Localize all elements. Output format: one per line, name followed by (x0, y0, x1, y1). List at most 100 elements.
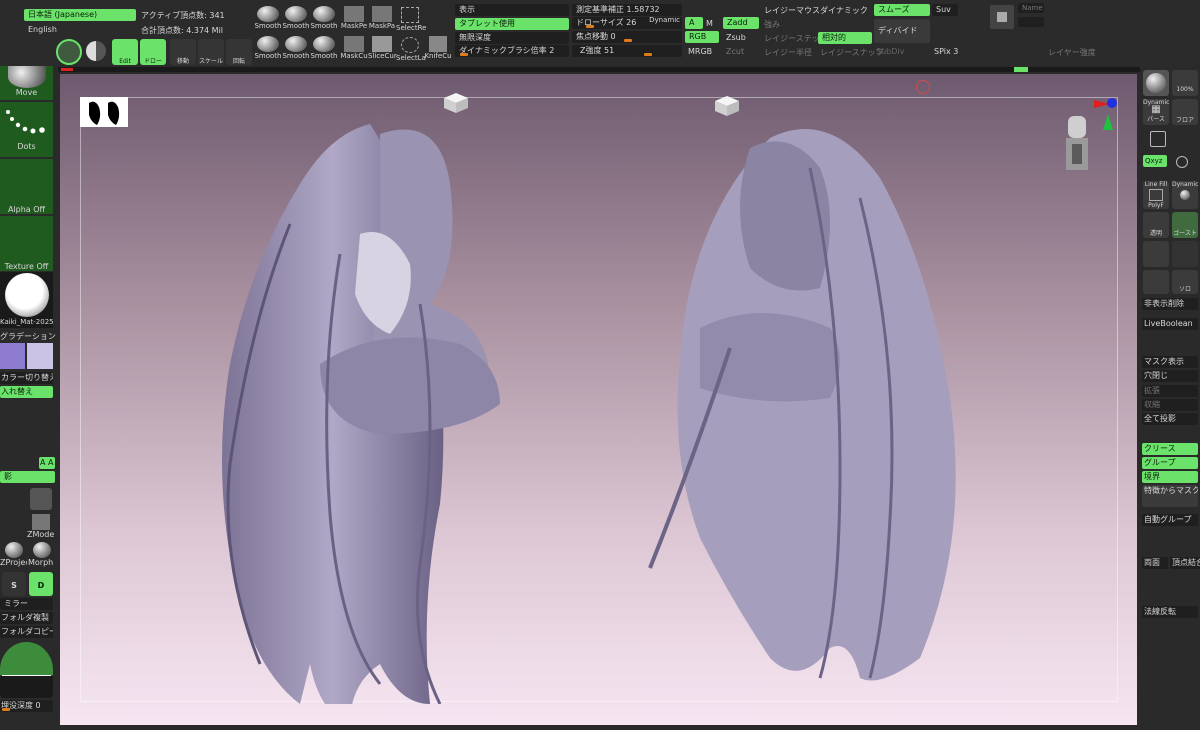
zadd-toggle[interactable]: Zadd (723, 17, 759, 29)
shadow-button[interactable]: 影 (0, 471, 55, 483)
lazy-radius-slider[interactable]: レイジー半径 (764, 47, 812, 58)
brush-smooth-6[interactable]: Smooth (310, 36, 338, 60)
m-toggle[interactable]: M (706, 19, 713, 28)
flip-normals-button[interactable]: 法線反転 (1142, 606, 1198, 618)
material-preview-icon[interactable] (990, 5, 1014, 29)
zmodeler-button[interactable]: ZModel (27, 514, 55, 539)
points-merge-button[interactable]: 頂点結合 (1170, 557, 1200, 569)
hair-model-back-view[interactable] (600, 108, 1000, 708)
zcut-toggle[interactable]: Zcut (726, 47, 744, 56)
draw-size-slider[interactable]: ドローサイズ 26 Dynamic (572, 17, 682, 29)
symmetry-toggle-icon[interactable] (56, 39, 82, 65)
project-all-button[interactable]: 全て投影 (1142, 413, 1198, 425)
texture-preview[interactable]: Texture Off (0, 216, 53, 271)
solo-dynamic-button[interactable]: Dynamic (1172, 181, 1198, 209)
folder-copy-button[interactable]: フォルダコピー (0, 626, 53, 638)
slider-handle[interactable] (586, 25, 594, 28)
zoom-100-button[interactable]: 100% (1172, 70, 1198, 96)
close-holes-button[interactable]: 穴閉じ (1142, 370, 1198, 382)
dynamic-brush-slider[interactable]: ダイナミックブラシ倍率 2 (455, 45, 569, 57)
smooth-toggle[interactable]: スムーズ (874, 4, 930, 16)
auto-group-button[interactable]: 自動グループ (1142, 514, 1198, 526)
material-ball-button[interactable] (1143, 70, 1169, 96)
alpha-preview[interactable]: Alpha Off (0, 159, 53, 214)
brush-selectre[interactable]: SelectRe (396, 4, 426, 32)
folder-dup-button[interactable]: フォルダ複製 (0, 612, 53, 624)
shrink-button[interactable]: 収縮 (1142, 399, 1198, 411)
lazy-mouse-button[interactable]: レイジーマウス (764, 5, 820, 16)
dynamesh-icon[interactable] (30, 488, 52, 510)
move-tool-button[interactable]: 移動 (170, 39, 196, 65)
brush-maskcu[interactable]: MaskCu (340, 36, 368, 60)
floor-button[interactable]: フロア (1172, 99, 1198, 125)
aa-toggle[interactable]: A A (39, 457, 55, 469)
main-color-swatch[interactable] (0, 343, 25, 369)
brush-preview[interactable]: Move (0, 66, 53, 100)
scale-tool-button[interactable]: スケール (198, 39, 224, 65)
spix-slider[interactable]: SPix 3 (934, 47, 958, 56)
brush-selectla[interactable]: SelectLa (396, 36, 426, 62)
slider-handle[interactable] (2, 708, 10, 711)
embed-depth-slider[interactable]: 埋没深度 0 (0, 700, 53, 712)
group-toggle[interactable]: グループ (1142, 457, 1198, 469)
disabled-button[interactable] (1172, 241, 1198, 267)
strength-slider[interactable]: 強み (764, 19, 780, 30)
name-sub-field[interactable] (1018, 17, 1044, 27)
mirror-button[interactable]: ミラー (0, 598, 53, 610)
relative-toggle[interactable]: 相対的 (818, 32, 872, 44)
stroke-preview[interactable]: Dots (0, 102, 53, 157)
rotate-icon[interactable] (1176, 156, 1188, 168)
tablet-toggle[interactable]: タブレット使用 (455, 18, 569, 30)
brush-knifecu[interactable]: KnifeCu (424, 36, 452, 60)
brush-smooth-3[interactable]: Smooth (310, 4, 338, 30)
boundary-toggle[interactable]: 境界 (1142, 471, 1198, 483)
hide-delete-button[interactable]: 非表示削除 (1142, 298, 1198, 310)
brush-maskpa[interactable]: MaskPa (368, 4, 396, 30)
suv-button[interactable]: Suv (932, 4, 958, 16)
brush-smooth-5[interactable]: Smooth (282, 36, 310, 60)
half-sphere-icon[interactable] (86, 41, 106, 61)
rgb-toggle[interactable]: RGB (685, 31, 719, 43)
edit-button[interactable]: Edit (112, 39, 138, 65)
infinite-depth-button[interactable]: 無限深度 (455, 32, 569, 44)
a-toggle[interactable]: A (685, 17, 703, 29)
brush-smooth-1[interactable]: Smooth (254, 4, 282, 30)
lazy-step-slider[interactable]: レイジーステッ (764, 33, 820, 44)
brush-slicecur[interactable]: SliceCur (368, 36, 397, 60)
rotate-tool-button[interactable]: 回転 (226, 39, 252, 65)
line-fill-button[interactable]: Line Fill PolyF (1143, 181, 1169, 209)
secondary-color-swatch[interactable] (27, 343, 53, 369)
transparent-button[interactable]: 透明 (1143, 212, 1169, 238)
divide-button[interactable]: ディバイド (874, 19, 930, 43)
both-sides-button[interactable]: 両面 (1142, 557, 1168, 569)
layer-strength-slider[interactable]: レイヤー強度 (1048, 47, 1096, 58)
english-option[interactable]: English (28, 25, 57, 34)
crease-toggle[interactable]: クリース (1142, 443, 1198, 455)
z-intensity-slider[interactable]: Z強度 51 (572, 45, 682, 57)
lazy-dynamic-button[interactable]: ダイナミック (820, 5, 868, 16)
polyfill-button[interactable] (1143, 241, 1169, 267)
local-button[interactable] (1143, 270, 1169, 294)
draw-button[interactable]: ドロー (140, 39, 166, 65)
material-preview[interactable]: Kaiki_Mat-2025_ (0, 272, 53, 328)
brush-smooth-2[interactable]: Smooth (282, 4, 310, 30)
expand-button[interactable]: 拡張 (1142, 385, 1198, 397)
hair-model-front-view[interactable] (170, 104, 570, 704)
perspective-button[interactable]: Dynamic ▦ パース (1143, 99, 1169, 125)
axis-gizmo-icon[interactable] (1056, 94, 1122, 180)
zproject-button[interactable]: ZProject (0, 542, 27, 567)
swap-button[interactable]: 入れ替え (0, 386, 53, 398)
name-field[interactable]: Name (1018, 3, 1044, 13)
brush-smooth-4[interactable]: Smooth (254, 36, 282, 60)
navigation-gizmo-icon[interactable] (0, 642, 53, 698)
from-feature-button[interactable]: 特徴からマスク (1142, 485, 1198, 507)
language-select[interactable]: 日本語 (Japanese) (24, 9, 136, 21)
zsub-toggle[interactable]: Zsub (726, 33, 746, 42)
xyz-toggle[interactable]: Qxyz (1143, 155, 1167, 167)
display-button[interactable]: 表示 (455, 4, 569, 16)
ghost-button[interactable]: ゴースト (1172, 212, 1198, 238)
morph-button[interactable]: Morph (28, 542, 55, 567)
mrgb-toggle[interactable]: MRGB (688, 47, 712, 56)
color-switch-button[interactable]: カラー切り替え (0, 372, 53, 384)
subdiv-slider[interactable]: SubDiv (876, 47, 904, 56)
